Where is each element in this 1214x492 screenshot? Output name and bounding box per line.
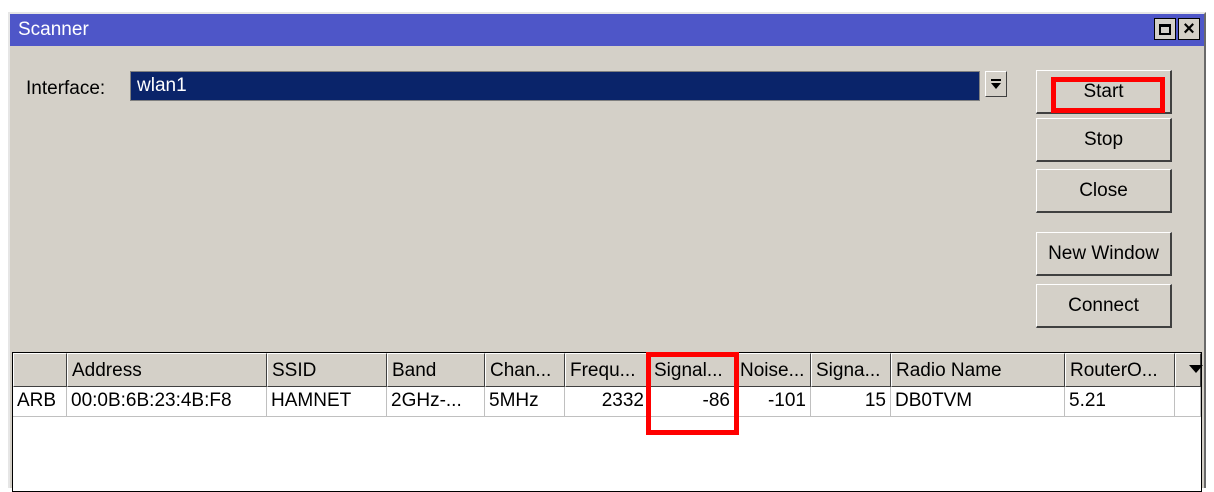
cell-ssid: HAMNET — [267, 387, 387, 417]
column-header-signal-to-noise[interactable]: Signa... — [811, 353, 891, 387]
cell-band: 2GHz-... — [387, 387, 485, 417]
start-button[interactable]: Start — [1036, 70, 1172, 114]
cell-signal-to-noise: 15 — [811, 387, 891, 417]
maximize-icon — [1159, 23, 1171, 35]
interface-label: Interface: — [26, 78, 106, 99]
column-header-address[interactable]: Address — [67, 353, 267, 387]
interface-dropdown-button[interactable] — [985, 71, 1007, 97]
column-header-channel[interactable]: Chan... — [485, 353, 565, 387]
table-header: Address SSID Band Chan... Frequ... Signa… — [13, 353, 1203, 387]
cell-frequency: 2332 — [565, 387, 649, 417]
interface-select[interactable]: wlan1 — [130, 71, 980, 101]
column-header-band[interactable]: Band — [387, 353, 485, 387]
interface-value: wlan1 — [137, 75, 187, 96]
dropdown-arrow-icon — [991, 79, 1001, 81]
column-header-routeros-version[interactable]: RouterO... — [1065, 353, 1175, 387]
column-header-flags[interactable] — [13, 353, 67, 387]
new-window-button[interactable]: New Window — [1036, 232, 1172, 276]
cell-address: 00:0B:6B:23:4B:F8 — [67, 387, 267, 417]
cell-noise: -101 — [735, 387, 811, 417]
column-header-noise[interactable]: Noise... — [735, 353, 811, 387]
column-header-ssid[interactable]: SSID — [267, 353, 387, 387]
scanner-window: Scanner × Interface: wlan1 Start Stop Cl… — [8, 12, 1206, 492]
stop-button[interactable]: Stop — [1036, 118, 1172, 162]
maximize-button[interactable] — [1154, 18, 1176, 40]
cell-flags: ARB — [13, 387, 67, 417]
column-header-signal-strength[interactable]: Signal... — [649, 353, 735, 387]
connect-button[interactable]: Connect — [1036, 284, 1172, 328]
scan-results-table: Address SSID Band Chan... Frequ... Signa… — [12, 352, 1203, 492]
close-button[interactable]: Close — [1036, 169, 1172, 213]
column-menu-arrow-icon — [1189, 365, 1203, 373]
column-header-radio-name[interactable]: Radio Name — [891, 353, 1065, 387]
cell-routeros-version: 5.21 — [1065, 387, 1175, 417]
cell-radio-name: DB0TVM — [891, 387, 1065, 417]
title-bar[interactable]: Scanner × — [10, 14, 1204, 46]
cell-channel: 5MHz — [485, 387, 565, 417]
cell-spacer — [1175, 387, 1201, 417]
cell-signal-strength: -86 — [649, 387, 735, 417]
close-icon: × — [1183, 18, 1195, 40]
close-window-button[interactable]: × — [1178, 18, 1200, 40]
column-header-frequency[interactable]: Frequ... — [565, 353, 649, 387]
table-row[interactable]: ARB 00:0B:6B:23:4B:F8 HAMNET 2GHz-... 5M… — [13, 387, 1203, 417]
window-title: Scanner — [18, 19, 89, 40]
